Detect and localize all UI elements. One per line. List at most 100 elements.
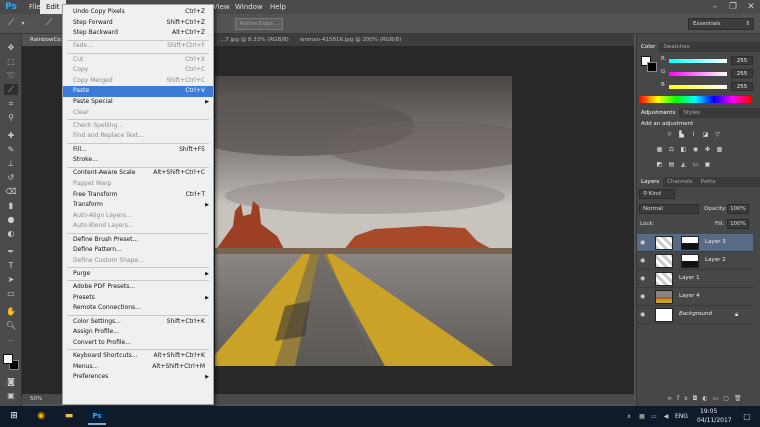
workspace-select[interactable]: Essentials ⇕	[688, 18, 754, 30]
black-white-icon[interactable]: ◧	[679, 146, 688, 154]
menu-item-clear[interactable]: Clear	[63, 108, 213, 119]
quick-mask-icon[interactable]: ◙	[4, 376, 18, 387]
notifications-icon[interactable]: ▢	[738, 408, 756, 425]
eye-icon[interactable]: ◉	[640, 239, 648, 247]
menu-item-step-backward[interactable]: Step Backward Alt+Ctrl+Z	[63, 28, 213, 39]
menu-item-menus[interactable]: Menus... Alt+Shift+Ctrl+M	[63, 362, 213, 373]
windows-start-icon[interactable]: ⊞	[5, 408, 23, 425]
eyedropper-tool-icon[interactable]: ⚲	[4, 112, 18, 123]
menu-item-step-forward[interactable]: Step Forward Shift+Ctrl+Z	[63, 18, 213, 29]
eye-icon[interactable]: ◉	[640, 293, 648, 301]
rectangle-tool-icon[interactable]: ▭	[4, 288, 18, 299]
menu-window[interactable]: Window	[229, 0, 269, 14]
menu-item-assign-profile[interactable]: Assign Profile...	[63, 327, 213, 338]
menu-help[interactable]: Help	[264, 0, 292, 14]
tab-woman[interactable]: woman-415816.jpg @ 200% (RGB/8)	[292, 34, 409, 46]
eye-icon[interactable]: ◉	[640, 275, 648, 283]
menu-item-convert-to-profile[interactable]: Convert to Profile...	[63, 338, 213, 349]
volume-icon[interactable]: ◀	[657, 408, 675, 425]
layer-name[interactable]: Layer 4	[679, 293, 700, 299]
gradient-map-icon[interactable]: ▭	[691, 161, 700, 169]
menu-item-stroke[interactable]: Stroke...	[63, 155, 213, 166]
crop-tool-icon[interactable]: ⌗	[4, 98, 18, 109]
type-tool-icon[interactable]: T	[4, 260, 18, 271]
gradient-tool-icon[interactable]: ▮	[4, 200, 18, 211]
color-balance-icon[interactable]: ⚖	[667, 146, 676, 154]
menu-item-auto-blend-layers[interactable]: Auto-Blend Layers...	[63, 221, 213, 232]
fill-input[interactable]: 100%	[727, 219, 749, 229]
maximize-icon[interactable]: ❐	[724, 0, 742, 14]
layer-row-layer-4[interactable]: ◉ Layer 4	[637, 288, 753, 306]
menu-item-cut[interactable]: Cut Ctrl+X	[63, 55, 213, 66]
marquee-tool-icon[interactable]: ⬚	[4, 56, 18, 67]
levels-icon[interactable]: ▙	[677, 131, 686, 139]
layer-name[interactable]: Layer 3	[705, 239, 726, 245]
hue-saturation-icon[interactable]: ▦	[655, 146, 664, 154]
tab-swatches[interactable]: Swatches	[659, 42, 693, 52]
quick-selection-tool-icon[interactable]: ⟋	[4, 84, 18, 95]
file-explorer-icon[interactable]: ▬	[60, 408, 78, 425]
menu-item-preferences[interactable]: Preferences ▶	[63, 372, 213, 383]
menu-item-keyboard-shortcuts[interactable]: Keyboard Shortcuts... Alt+Shift+Ctrl+K	[63, 351, 213, 362]
layer-name[interactable]: Layer 2	[705, 257, 726, 263]
menu-item-paste-special[interactable]: Paste Special ▶	[63, 97, 213, 108]
menu-item-define-custom-shape[interactable]: Define Custom Shape...	[63, 256, 213, 267]
menu-item-content-aware-scale[interactable]: Content-Aware Scale Alt+Shift+Ctrl+C	[63, 168, 213, 179]
threshold-icon[interactable]: ◭	[679, 161, 688, 169]
foreground-color-swatch[interactable]	[3, 354, 13, 364]
pen-tool-icon[interactable]: ✒	[4, 246, 18, 257]
blur-tool-icon[interactable]: ●	[4, 214, 18, 225]
layer-mask-thumbnail[interactable]	[681, 236, 699, 250]
eye-icon[interactable]: ◉	[640, 257, 648, 265]
healing-brush-tool-icon[interactable]: ✚	[4, 130, 18, 141]
brush-new-selection-icon[interactable]: ⟋	[42, 18, 56, 29]
tab-paths[interactable]: Paths	[697, 177, 720, 187]
chevron-down-icon[interactable]: ▾	[16, 18, 30, 29]
menu-item-free-transform[interactable]: Free Transform Ctrl+T	[63, 190, 213, 201]
layer-actions[interactable]: ∞fx◘◐▭▢🗑︎	[667, 395, 747, 402]
menu-item-undo-copy-pixels[interactable]: Undo Copy Pixels Ctrl+Z	[63, 7, 213, 18]
brightness-icon[interactable]: ☼	[665, 131, 674, 139]
posterize-icon[interactable]: ▤	[667, 161, 676, 169]
clone-stamp-tool-icon[interactable]: ⊥	[4, 158, 18, 169]
menu-item-copy-merged[interactable]: Copy Merged Shift+Ctrl+C	[63, 76, 213, 87]
menu-item-copy[interactable]: Copy Ctrl+C	[63, 65, 213, 76]
dodge-tool-icon[interactable]: ◐	[4, 228, 18, 239]
color-spectrum[interactable]	[639, 96, 751, 103]
green-slider[interactable]: G 255	[661, 69, 757, 79]
menu-item-presets[interactable]: Presets ▶	[63, 293, 213, 304]
menu-item-auto-align-layers[interactable]: Auto-Align Layers...	[63, 211, 213, 222]
screen-mode-icon[interactable]: ▣	[4, 390, 18, 401]
menu-item-paste[interactable]: Paste Ctrl+V	[63, 86, 213, 97]
layer-row-background[interactable]: ◉ Background 🔒︎	[637, 306, 753, 324]
menu-item-color-settings[interactable]: Color Settings... Shift+Ctrl+K	[63, 317, 213, 328]
eraser-tool-icon[interactable]: ⌫	[4, 186, 18, 197]
opacity-input[interactable]: 100%	[727, 204, 749, 214]
tab-color[interactable]: Color	[637, 42, 660, 52]
brush-tool-icon[interactable]: ✎	[4, 144, 18, 155]
document-image[interactable]	[215, 76, 512, 366]
menu-item-fade[interactable]: Fade... Shift+Ctrl+F	[63, 41, 213, 52]
color-lookup-icon[interactable]: ▩	[715, 146, 724, 154]
layer-row-layer-2[interactable]: ◉ Layer 2	[637, 252, 753, 270]
lasso-tool-icon[interactable]: ➰	[4, 70, 18, 81]
layer-row-layer-1[interactable]: ◉ Layer 1	[637, 270, 753, 288]
photo-filter-icon[interactable]: ◉	[691, 146, 700, 154]
tab-styles[interactable]: Styles	[679, 108, 704, 118]
tab-photo[interactable]: ...7.jpg @ 8.33% (RGB/8)	[212, 34, 297, 46]
red-slider[interactable]: R 255	[661, 56, 757, 66]
menu-item-purge[interactable]: Purge ▶	[63, 269, 213, 280]
layer-filter-kind[interactable]: ⚲ Kind	[639, 189, 675, 199]
menu-item-define-brush-preset[interactable]: Define Brush Preset...	[63, 235, 213, 246]
move-tool-icon[interactable]: ✥	[4, 42, 18, 53]
blue-track[interactable]	[669, 85, 727, 89]
layer-name[interactable]: Layer 1	[679, 275, 700, 281]
green-value[interactable]: 255	[731, 69, 753, 78]
close-icon[interactable]: ✕	[742, 0, 760, 14]
invert-icon[interactable]: ◩	[655, 161, 664, 169]
clock-date[interactable]: 04/11/2017	[697, 417, 732, 424]
green-track[interactable]	[669, 72, 727, 76]
path-selection-tool-icon[interactable]: ➤	[4, 274, 18, 285]
menu-item-find-and-replace-text[interactable]: Find and Replace Text...	[63, 131, 213, 142]
clock-time[interactable]: 19:05	[700, 408, 717, 415]
